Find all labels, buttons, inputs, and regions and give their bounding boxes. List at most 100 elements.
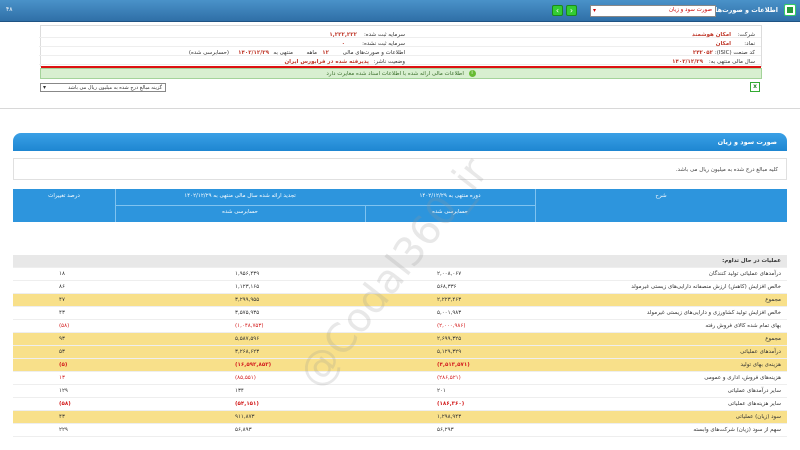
row-prior-value: (۱۶,۵۹۲,۸۵۳) (235, 362, 272, 368)
table-row: سایر هزینه‌های عملیاتی (۱۸۶,۳۶۰) (۵۴,۱۵۱) (… (13, 398, 787, 411)
row-desc: درآمدهای عملیاتی تولید کنندگان (708, 271, 781, 277)
row-pct-change: ۲۲۹ (59, 427, 68, 433)
row-period-value: ۵,۱۲۹,۳۲۹ (437, 349, 462, 355)
row-pct-change: ۱۳ (59, 375, 65, 381)
row-period-value: ۲۰۱ (437, 388, 446, 394)
table-row: خالص افزایش (کاهش) ارزش منصفانه دارایی‌ه… (13, 281, 787, 294)
row-prior-value: ۵۶,۸۹۳ (235, 427, 252, 433)
app-icon (784, 4, 796, 16)
report-type-select[interactable]: صورت سود و زیان ▾ (590, 5, 716, 17)
row-prior-value: (۵۴,۱۵۱) (235, 401, 259, 407)
header-divider (115, 189, 116, 222)
row-prior-value: ۱,۹۵۶,۴۳۹ (235, 271, 260, 277)
row-desc: هزینه‌ی بهای تولید (740, 362, 781, 368)
row-period-value: ۲,۰۰۸,۰۶۷ (437, 271, 462, 277)
row-prior-value: (۸۵,۵۵۱) (235, 375, 256, 381)
col-audited-1: حسابرسی شده (432, 209, 468, 215)
row-pct-change: ۴۳ (59, 310, 65, 316)
header-divider (365, 206, 366, 222)
table-row: سایر درآمدهای عملیاتی ۲۰۱ ۱۳۴ ۱۲۹ (13, 385, 787, 398)
header-divider (115, 205, 535, 206)
row-period-value: (۲,۰۰۰,۹۸۶) (437, 323, 466, 329)
unit-note: کلیه مبالغ درج شده به میلیون ریال می باش… (13, 158, 787, 180)
row-desc: سایر درآمدهای عملیاتی (727, 388, 781, 394)
row-period-value: ۱,۲۹۸,۹۴۳ (437, 414, 462, 420)
table-row: سود (زیان) عملیاتی ۱,۲۹۸,۹۴۳ ۹۱۱,۸۷۳ ۴۳ (13, 411, 787, 424)
row-pct-change: ۸۶ (59, 284, 65, 290)
chevron-down-icon: ▾ (43, 84, 47, 91)
info-icon: i (468, 70, 476, 77)
row-desc: هزینه‌های فروش، اداری و عمومی (704, 375, 781, 381)
warning-message: i اطلاعات مالی ارائه شده با اطلاعات اسنا… (40, 68, 762, 79)
warning-message-text: اطلاعات مالی ارائه شده با اطلاعات اسناد … (326, 71, 464, 77)
row-period-value: (۱۸۶,۳۶۰) (437, 401, 465, 407)
row-period-value: ۵۶,۲۹۳ (437, 427, 454, 433)
report-type-select-value: صورت سود و زیان (668, 7, 712, 13)
table-row: درآمدهای عملیاتی تولید کنندگان ۲,۰۰۸,۰۶۷ ۱… (13, 268, 787, 281)
table-row: خالص افزایش تولید کشاورزی و دارایی‌های ز… (13, 307, 787, 320)
table-row: عملیات در حال تداوم: (13, 255, 787, 268)
row-pct-change: ۴۷ (59, 297, 65, 303)
row-desc: خالص افزایش تولید کشاورزی و دارایی‌های ز… (646, 310, 781, 316)
top-bar: اطلاعات و صورت‌های مالی صورت سود و زیان … (0, 0, 800, 22)
col-prior-header: تجدید ارائه شده سال مالی منتهی به ۱۴۰۲/۱… (184, 193, 296, 199)
row-period-value: (۲۸۶,۵۲۱) (437, 375, 461, 381)
row-desc: بهای تمام شده کالای فروش رفته (705, 323, 781, 329)
table-row: درآمدهای عملیاتی ۵,۱۲۹,۳۲۹ ۳,۲۶۸,۶۲۳ ۵۳ (13, 346, 787, 359)
table-row: مجموع ۲,۲۲۳,۴۶۳ ۳,۲۹۹,۹۵۵ ۴۷ (13, 294, 787, 307)
report-code: ۴۸ (6, 6, 13, 13)
row-pct-change: ۵۳ (59, 349, 65, 355)
unit-select[interactable]: گزینه مبالغ درج شده به میلیون ریال می با… (40, 83, 166, 92)
row-period-value: ۵۶۸,۳۳۶ (437, 284, 457, 290)
row-desc: عملیات در حال تداوم: (722, 258, 781, 264)
row-desc: مجموع (765, 336, 781, 342)
income-statement-table: شرح دوره منتهی به ۱۴۰۲/۱۲/۲۹ تجدید ارائه… (13, 189, 787, 437)
row-pct-change: ۱۸ (59, 271, 65, 277)
col-period-header: دوره منتهی به ۱۴۰۲/۱۲/۲۹ (419, 193, 481, 199)
next-arrow-button[interactable]: ‹ (566, 5, 577, 16)
col-audited-2: حسابرسی شده (222, 209, 258, 215)
header-divider (535, 189, 536, 222)
row-period-value: (۴,۵۱۳,۵۷۱) (437, 362, 470, 368)
row-prior-value: ۵,۵۸۷,۵۹۶ (235, 336, 260, 342)
row-pct-change: (۵۸) (59, 323, 70, 329)
row-prior-value: ۳,۵۷۵,۹۳۵ (235, 310, 260, 316)
row-pct-change: ۹۳ (59, 336, 65, 342)
row-prior-value: ۹۱۱,۸۷۳ (235, 414, 255, 420)
row-period-value: ۲,۶۹۹,۳۲۵ (437, 336, 462, 342)
prev-arrow-button[interactable]: › (552, 5, 563, 16)
row-desc: درآمدهای عملیاتی (740, 349, 781, 355)
section-divider (0, 108, 800, 109)
chevron-down-icon: ▾ (593, 7, 597, 14)
row-prior-value: (۱,۰۴۸,۷۵۳) (235, 323, 264, 329)
excel-export-icon[interactable]: x (750, 82, 760, 92)
table-row: سهم از سود (زیان) شرکت‌های وابسته ۵۶,۲۹۳ ۵… (13, 424, 787, 437)
section-header: صورت سود و زیان (13, 133, 787, 151)
chevron-left-icon: ‹ (569, 6, 574, 15)
row-pct-change: (۵۸) (59, 401, 71, 407)
row-desc: مجموع (765, 297, 781, 303)
unit-select-value: گزینه مبالغ درج شده به میلیون ریال می با… (68, 85, 162, 91)
row-period-value: ۵,۰۰۱,۹۸۳ (437, 310, 462, 316)
row-prior-value: ۳,۲۶۸,۶۲۳ (235, 349, 260, 355)
row-period-value: ۲,۲۲۳,۴۶۳ (437, 297, 462, 303)
col-pct-header: درصد تغییرات (48, 193, 80, 199)
chevron-right-icon: › (555, 6, 560, 15)
row-prior-value: ۱۳۴ (235, 388, 244, 394)
table-row: مجموع ۲,۶۹۹,۳۲۵ ۵,۵۸۷,۵۹۶ ۹۳ (13, 333, 787, 346)
col-desc-header: شرح (655, 193, 667, 199)
table-row: هزینه‌های فروش، اداری و عمومی (۲۸۶,۵۲۱) (۸… (13, 372, 787, 385)
table-row: هزینه‌ی بهای تولید (۴,۵۱۳,۵۷۱) (۱۶,۵۹۲,۸۵۳… (13, 359, 787, 372)
company-info-panel: شرکت: امکان هوشمند سرمایه ثبت شده: ۱,۲۲۲… (39, 25, 762, 68)
row-pct-change: (۵) (59, 362, 68, 368)
row-desc: سایر هزینه‌های عملیاتی (727, 401, 781, 407)
table-header: شرح دوره منتهی به ۱۴۰۲/۱۲/۲۹ تجدید ارائه… (13, 189, 787, 222)
row-pct-change: ۱۲۹ (59, 388, 68, 394)
row-desc: سهم از سود (زیان) شرکت‌های وابسته (693, 427, 781, 433)
row-desc: خالص افزایش (کاهش) ارزش منصفانه دارایی‌ه… (631, 284, 781, 290)
row-prior-value: ۳,۲۹۹,۹۵۵ (235, 297, 260, 303)
row-desc: سود (زیان) عملیاتی (735, 414, 781, 420)
row-pct-change: ۴۳ (59, 414, 65, 420)
row-prior-value: ۱,۱۲۳,۱۶۵ (235, 284, 260, 290)
table-row: بهای تمام شده کالای فروش رفته (۲,۰۰۰,۹۸۶)… (13, 320, 787, 333)
